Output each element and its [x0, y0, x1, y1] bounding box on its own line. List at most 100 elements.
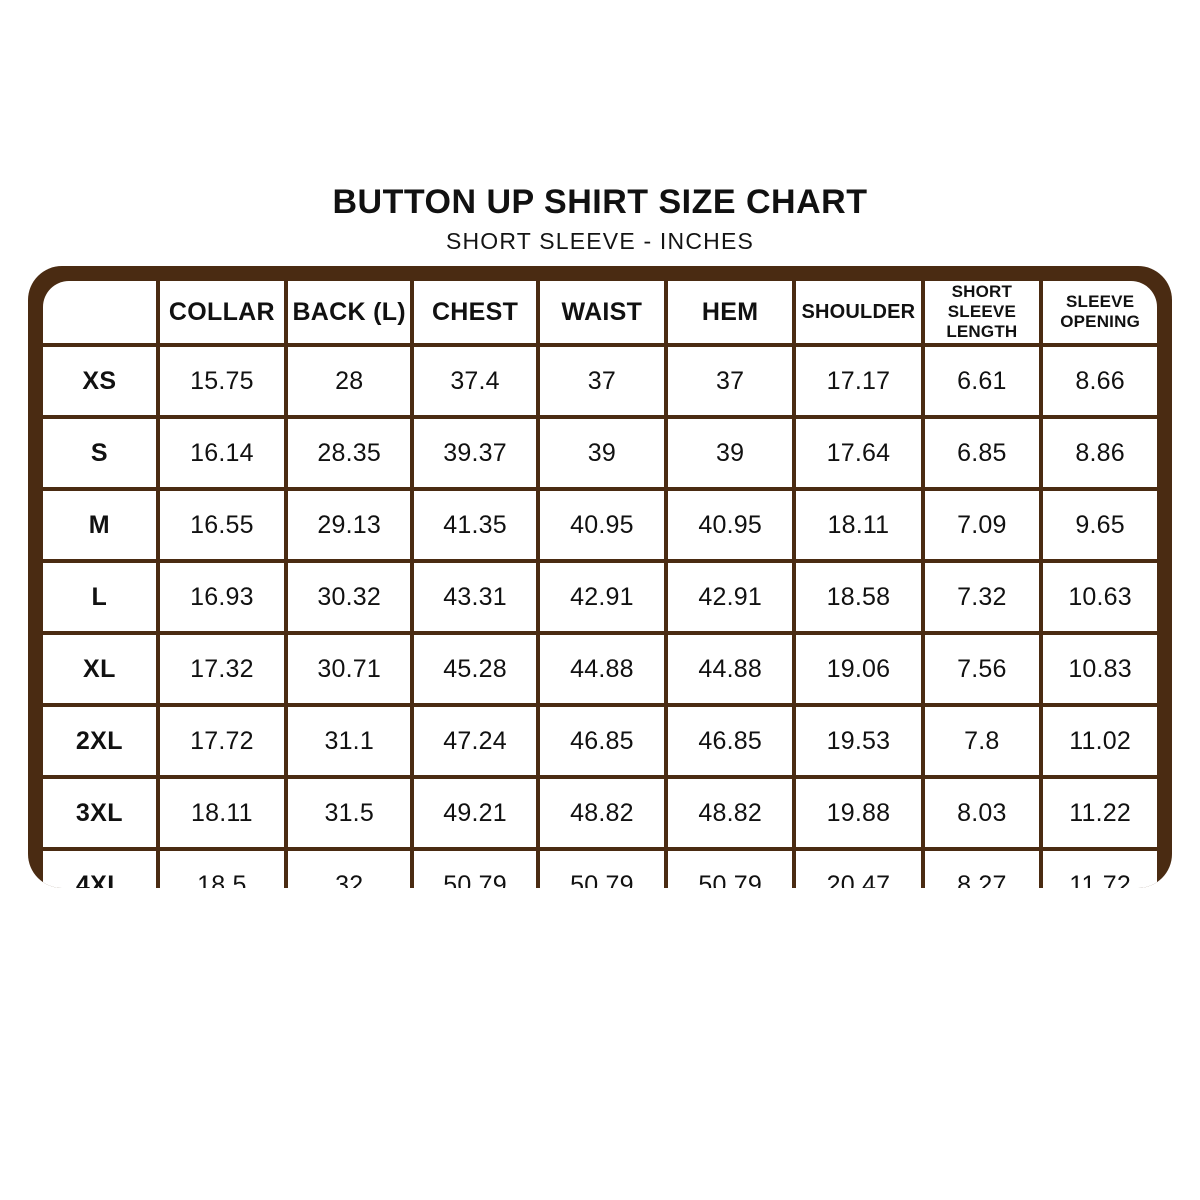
size-chart-table: COLLAR BACK (L) CHEST WAIST HEM SHOULDER…	[39, 277, 1161, 888]
cell-3xl-waist: 48.82	[539, 779, 665, 847]
cell-xl-short-sleeve-length: 7.56	[924, 635, 1040, 703]
cell-l-back-length: 30.32	[288, 563, 411, 631]
header-line: SLEEVE	[947, 302, 1016, 322]
cell-4xl-hem: 50.79	[668, 851, 793, 888]
header-cell-short-sleeve-length: SHORT SLEEVE LENGTH	[924, 281, 1040, 343]
cell-4xl-short-sleeve-length: 8.27	[924, 851, 1040, 888]
cell-m-chest: 41.35	[414, 491, 536, 559]
cell-s-short-sleeve-length: 6.85	[924, 419, 1040, 487]
cell-xl-sleeve-opening: 10.83	[1043, 635, 1157, 703]
cell-2xl-short-sleeve-length: 7.8	[924, 707, 1040, 775]
cell-xs-shoulder: 17.17	[796, 347, 921, 415]
cell-xs-waist: 37	[539, 347, 665, 415]
header-cell-waist: WAIST	[539, 281, 665, 343]
cell-3xl-collar: 18.11	[159, 779, 285, 847]
size-label-m: M	[43, 491, 156, 559]
size-label-l: L	[43, 563, 156, 631]
cell-xs-hem: 37	[668, 347, 793, 415]
cell-xl-chest: 45.28	[414, 635, 536, 703]
table-row: 3XL 18.11 31.5 49.21 48.82 48.82 19.88 8…	[43, 779, 1157, 847]
header-cell-chest: CHEST	[414, 281, 536, 343]
header-cell-sleeve-opening: SLEEVE OPENING	[1043, 281, 1157, 343]
cell-4xl-sleeve-opening: 11.72	[1043, 851, 1157, 888]
cell-xs-short-sleeve-length: 6.61	[924, 347, 1040, 415]
table-row: 4XL 18.5 32 50.79 50.79 50.79 20.47 8.27…	[43, 851, 1157, 888]
cell-xl-back-length: 30.71	[288, 635, 411, 703]
cell-2xl-chest: 47.24	[414, 707, 536, 775]
table-row: M 16.55 29.13 41.35 40.95 40.95 18.11 7.…	[43, 491, 1157, 559]
size-label-xs: XS	[43, 347, 156, 415]
header-cell-collar: COLLAR	[159, 281, 285, 343]
cell-3xl-back-length: 31.5	[288, 779, 411, 847]
cell-3xl-sleeve-opening: 11.22	[1043, 779, 1157, 847]
cell-xs-chest: 37.4	[414, 347, 536, 415]
table-row: XS 15.75 28 37.4 37 37 17.17 6.61 8.66	[43, 347, 1157, 415]
cell-2xl-collar: 17.72	[159, 707, 285, 775]
header-line: LENGTH	[946, 321, 1018, 341]
size-chart-table-frame: COLLAR BACK (L) CHEST WAIST HEM SHOULDER…	[28, 266, 1172, 888]
cell-m-short-sleeve-length: 7.09	[924, 491, 1040, 559]
cell-2xl-sleeve-opening: 11.02	[1043, 707, 1157, 775]
cell-l-chest: 43.31	[414, 563, 536, 631]
table-header-row: COLLAR BACK (L) CHEST WAIST HEM SHOULDER…	[43, 281, 1157, 343]
cell-4xl-back-length: 32	[288, 851, 411, 888]
table-row: S 16.14 28.35 39.37 39 39 17.64 6.85 8.8…	[43, 419, 1157, 487]
cell-xl-hem: 44.88	[668, 635, 793, 703]
header-line: SHORT	[951, 282, 1013, 302]
cell-s-back-length: 28.35	[288, 419, 411, 487]
header-cell-shoulder: SHOULDER	[796, 281, 921, 343]
cell-xl-collar: 17.32	[159, 635, 285, 703]
cell-2xl-back-length: 31.1	[288, 707, 411, 775]
cell-m-sleeve-opening: 9.65	[1043, 491, 1157, 559]
cell-l-shoulder: 18.58	[796, 563, 921, 631]
cell-l-sleeve-opening: 10.63	[1043, 563, 1157, 631]
cell-xl-shoulder: 19.06	[796, 635, 921, 703]
size-label-2xl: 2XL	[43, 707, 156, 775]
cell-s-shoulder: 17.64	[796, 419, 921, 487]
cell-s-chest: 39.37	[414, 419, 536, 487]
cell-m-shoulder: 18.11	[796, 491, 921, 559]
cell-4xl-chest: 50.79	[414, 851, 536, 888]
cell-xs-collar: 15.75	[159, 347, 285, 415]
cell-4xl-waist: 50.79	[539, 851, 665, 888]
cell-3xl-short-sleeve-length: 8.03	[924, 779, 1040, 847]
cell-4xl-collar: 18.5	[159, 851, 285, 888]
page-subtitle: SHORT SLEEVE - INCHES	[445, 227, 755, 254]
size-label-3xl: 3XL	[43, 779, 156, 847]
cell-4xl-shoulder: 20.47	[796, 851, 921, 888]
cell-2xl-waist: 46.85	[539, 707, 665, 775]
cell-l-hem: 42.91	[668, 563, 793, 631]
table-row: XL 17.32 30.71 45.28 44.88 44.88 19.06 7…	[43, 635, 1157, 703]
cell-m-back-length: 29.13	[288, 491, 411, 559]
cell-s-waist: 39	[539, 419, 665, 487]
cell-l-waist: 42.91	[539, 563, 665, 631]
size-label-4xl: 4XL	[43, 851, 156, 888]
size-label-s: S	[43, 419, 156, 487]
cell-xl-waist: 44.88	[539, 635, 665, 703]
cell-s-sleeve-opening: 8.86	[1043, 419, 1157, 487]
title-block: BUTTON UP SHIRT SIZE CHART SHORT SLEEVE …	[0, 183, 1200, 255]
cell-3xl-shoulder: 19.88	[796, 779, 921, 847]
cell-xs-sleeve-opening: 8.66	[1043, 347, 1157, 415]
table-row: 2XL 17.72 31.1 47.24 46.85 46.85 19.53 7…	[43, 707, 1157, 775]
cell-s-hem: 39	[668, 419, 793, 487]
cell-m-hem: 40.95	[668, 491, 793, 559]
page-title: BUTTON UP SHIRT SIZE CHART	[332, 183, 868, 221]
cell-3xl-hem: 48.82	[668, 779, 793, 847]
size-label-xl: XL	[43, 635, 156, 703]
cell-2xl-shoulder: 19.53	[796, 707, 921, 775]
size-chart-page: BUTTON UP SHIRT SIZE CHART SHORT SLEEVE …	[0, 0, 1200, 1200]
header-cell-back-length: BACK (L)	[288, 281, 411, 343]
cell-l-short-sleeve-length: 7.32	[924, 563, 1040, 631]
cell-l-collar: 16.93	[159, 563, 285, 631]
cell-2xl-hem: 46.85	[668, 707, 793, 775]
cell-m-waist: 40.95	[539, 491, 665, 559]
header-cell-corner	[43, 281, 156, 343]
cell-s-collar: 16.14	[159, 419, 285, 487]
cell-m-collar: 16.55	[159, 491, 285, 559]
header-line: OPENING	[1060, 312, 1140, 331]
table-body: XS 15.75 28 37.4 37 37 17.17 6.61 8.66 S…	[43, 347, 1157, 888]
table-header: COLLAR BACK (L) CHEST WAIST HEM SHOULDER…	[43, 281, 1157, 343]
header-line: SLEEVE	[1065, 292, 1135, 312]
cell-xs-back-length: 28	[288, 347, 411, 415]
